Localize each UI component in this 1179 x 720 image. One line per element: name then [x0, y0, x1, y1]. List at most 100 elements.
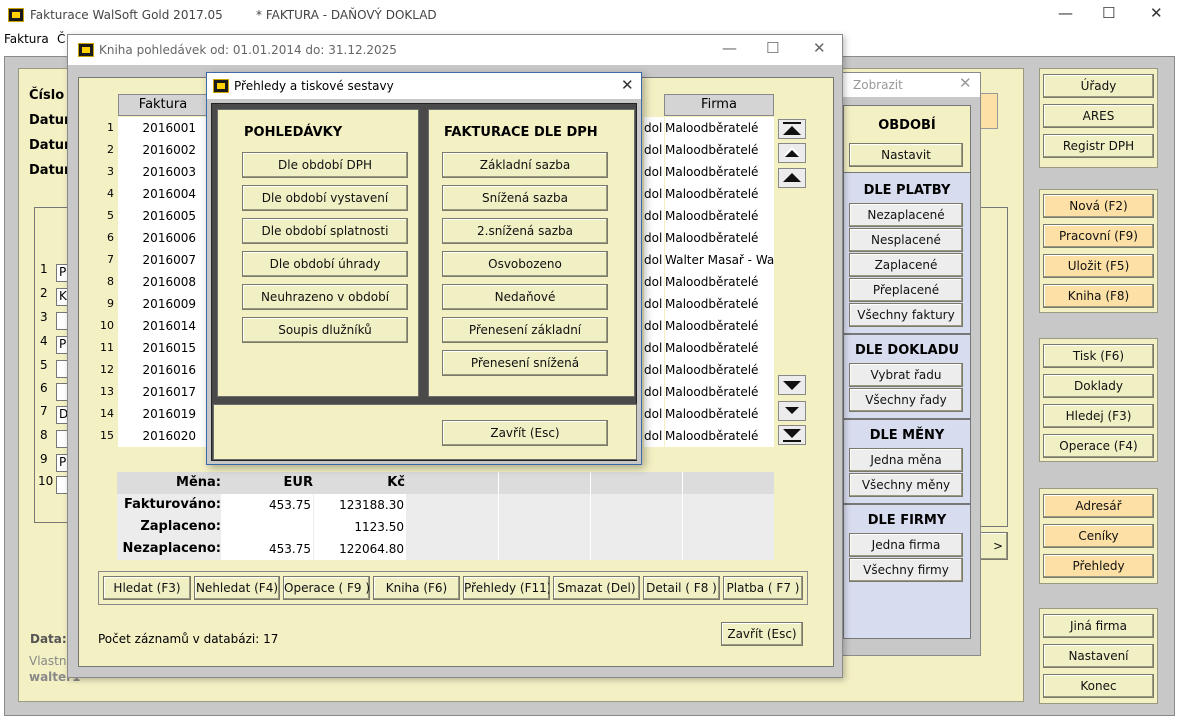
cell-faktura[interactable]: 2016014 — [118, 315, 208, 337]
cell-faktura[interactable]: 2016003 — [118, 161, 208, 183]
jedna-mena-button[interactable]: Jedna měna — [849, 448, 963, 472]
kniha-f6-button[interactable]: Kniha (F6) — [373, 576, 460, 600]
page-up-button[interactable] — [778, 143, 806, 163]
cell-faktura[interactable]: 2016017 — [118, 381, 208, 403]
cell-fragment[interactable]: dol — [644, 139, 664, 161]
nedanove-button[interactable]: Nedaňové — [442, 284, 608, 310]
close-icon[interactable]: ✕ — [1150, 4, 1163, 22]
cell-firma[interactable]: Maloodběratelé — [665, 381, 774, 403]
cell-faktura[interactable]: 2016015 — [118, 337, 208, 359]
cell-fragment[interactable]: dol — [644, 205, 664, 227]
grid-header-firma[interactable]: Firma — [664, 94, 774, 116]
nastaveni-button[interactable]: Nastavení — [1043, 644, 1154, 668]
cell-firma[interactable]: Maloodběratelé — [665, 359, 774, 381]
cell-fragment[interactable]: dol — [644, 183, 664, 205]
doklady-button[interactable]: Doklady — [1043, 374, 1154, 398]
cell-fragment[interactable]: dol — [644, 315, 664, 337]
cell-fragment[interactable]: dol — [644, 337, 664, 359]
vybrat-radu-button[interactable]: Vybrat řadu — [849, 363, 963, 387]
cell-faktura[interactable]: 2016007 — [118, 249, 208, 271]
cell-fragment[interactable]: dol — [644, 293, 664, 315]
tisk-button[interactable]: Tisk (F6) — [1043, 344, 1154, 368]
hledat-button[interactable]: Hledat (F3) — [103, 576, 191, 600]
cell-fragment[interactable]: dol — [644, 271, 664, 293]
cell-fragment[interactable]: dol — [644, 227, 664, 249]
prehledy-f11-button[interactable]: Přehledy (F11) — [463, 576, 550, 600]
cell-faktura[interactable]: 2016006 — [118, 227, 208, 249]
hledej-button[interactable]: Hledej (F3) — [1043, 404, 1154, 428]
operace-f9-button[interactable]: Operace ( F9 ) — [283, 576, 370, 600]
prehledy-button[interactable]: Přehledy — [1043, 554, 1154, 578]
cell-firma[interactable]: Maloodběratelé — [665, 117, 774, 139]
adresar-button[interactable]: Adresář — [1043, 494, 1154, 518]
cell-faktura[interactable]: 2016020 — [118, 425, 208, 447]
kniha-button[interactable]: Kniha (F8) — [1043, 284, 1154, 308]
cell-fragment[interactable]: dol — [644, 425, 664, 447]
jina-firma-button[interactable]: Jiná firma — [1043, 614, 1154, 638]
druha-snizena-sazba-button[interactable]: 2.snížená sazba — [442, 218, 608, 244]
dle-obdobi-uhrady-button[interactable]: Dle období úhrady — [242, 251, 408, 277]
vsechny-rady-button[interactable]: Všechny řady — [849, 388, 963, 412]
ceniky-button[interactable]: Ceníky — [1043, 524, 1154, 548]
ares-button[interactable]: ARES — [1043, 104, 1154, 128]
smazat-button[interactable]: Smazat (Del) — [553, 576, 640, 600]
registr-dph-button[interactable]: Registr DPH — [1043, 134, 1154, 158]
cell-faktura[interactable]: 2016004 — [118, 183, 208, 205]
dle-obdobi-dph-button[interactable]: Dle období DPH — [242, 152, 408, 178]
nehledat-button[interactable]: Nehledat (F4) — [194, 576, 280, 600]
cell-firma[interactable]: Maloodběratelé — [665, 161, 774, 183]
nastavit-button[interactable]: Nastavit — [849, 143, 963, 167]
prehledy-close-icon[interactable]: ✕ — [621, 76, 634, 94]
cell-faktura[interactable]: 2016016 — [118, 359, 208, 381]
cell-fragment[interactable]: dol — [644, 249, 664, 271]
cell-firma[interactable]: Maloodběratelé — [665, 227, 774, 249]
cell-firma[interactable]: Maloodběratelé — [665, 183, 774, 205]
cell-faktura[interactable]: 2016009 — [118, 293, 208, 315]
snizena-sazba-button[interactable]: Snížená sazba — [442, 185, 608, 211]
osvobozeno-button[interactable]: Osvobozeno — [442, 251, 608, 277]
dle-obdobi-splatnosti-button[interactable]: Dle období splatnosti — [242, 218, 408, 244]
cell-firma[interactable]: Maloodběratelé — [665, 403, 774, 425]
cell-faktura[interactable]: 2016001 — [118, 117, 208, 139]
cell-firma[interactable]: Maloodběratelé — [665, 315, 774, 337]
prehledy-close-button[interactable]: Zavřít (Esc) — [442, 420, 608, 446]
nesplacene-button[interactable]: Nesplacené — [849, 228, 963, 252]
cell-firma[interactable]: Maloodběratelé — [665, 271, 774, 293]
urady-button[interactable]: Úřady — [1043, 74, 1154, 98]
cell-firma[interactable]: Maloodběratelé — [665, 293, 774, 315]
nova-button[interactable]: Nová (F2) — [1043, 194, 1154, 218]
operace-button[interactable]: Operace (F4) — [1043, 434, 1154, 458]
neuhrazeno-v-obdobi-button[interactable]: Neuhrazeno v období — [242, 284, 408, 310]
cell-fragment[interactable]: dol — [644, 359, 664, 381]
ulozit-button[interactable]: Uložit (F5) — [1043, 254, 1154, 278]
cell-firma[interactable]: Maloodběratelé — [665, 139, 774, 161]
menu-item-faktura[interactable]: Faktura — [4, 32, 49, 46]
cell-fragment[interactable]: dol — [644, 117, 664, 139]
jedna-firma-button[interactable]: Jedna firma — [849, 533, 963, 557]
zobrazit-close-icon[interactable]: ✕ — [959, 74, 972, 92]
cell-fragment[interactable]: dol — [644, 381, 664, 403]
cell-firma[interactable]: Walter Masař - Wa — [665, 249, 774, 271]
cell-firma[interactable]: Maloodběratelé — [665, 425, 774, 447]
kniha-minimize-icon[interactable]: — — [722, 39, 737, 57]
preneseni-snizena-button[interactable]: Přenesení snížená — [442, 350, 608, 376]
preneseni-zakladni-button[interactable]: Přenesení základní — [442, 317, 608, 343]
kniha-maximize-icon[interactable]: ☐ — [766, 39, 779, 57]
preplacene-button[interactable]: Přeplacené — [849, 278, 963, 302]
cell-faktura[interactable]: 2016005 — [118, 205, 208, 227]
cell-faktura[interactable]: 2016002 — [118, 139, 208, 161]
vsechny-meny-button[interactable]: Všechny měny — [849, 473, 963, 497]
nezaplacene-button[interactable]: Nezaplacené — [849, 203, 963, 227]
dle-obdobi-vystaveni-button[interactable]: Dle období vystavení — [242, 185, 408, 211]
zaplacene-button[interactable]: Zaplacené — [849, 253, 963, 277]
detail-button[interactable]: Detail ( F8 ) — [643, 576, 720, 600]
cell-faktura[interactable]: 2016019 — [118, 403, 208, 425]
cell-fragment[interactable]: dol — [644, 403, 664, 425]
cell-fragment[interactable]: dol — [644, 161, 664, 183]
kniha-close-button[interactable]: Zavřít (Esc) — [721, 622, 803, 646]
grid-header-faktura[interactable]: Faktura — [118, 94, 208, 116]
scroll-top-button[interactable] — [778, 119, 806, 139]
line-down-button[interactable] — [778, 375, 806, 395]
cell-firma[interactable]: Maloodběratelé — [665, 205, 774, 227]
pracovni-button[interactable]: Pracovní (F9) — [1043, 224, 1154, 248]
